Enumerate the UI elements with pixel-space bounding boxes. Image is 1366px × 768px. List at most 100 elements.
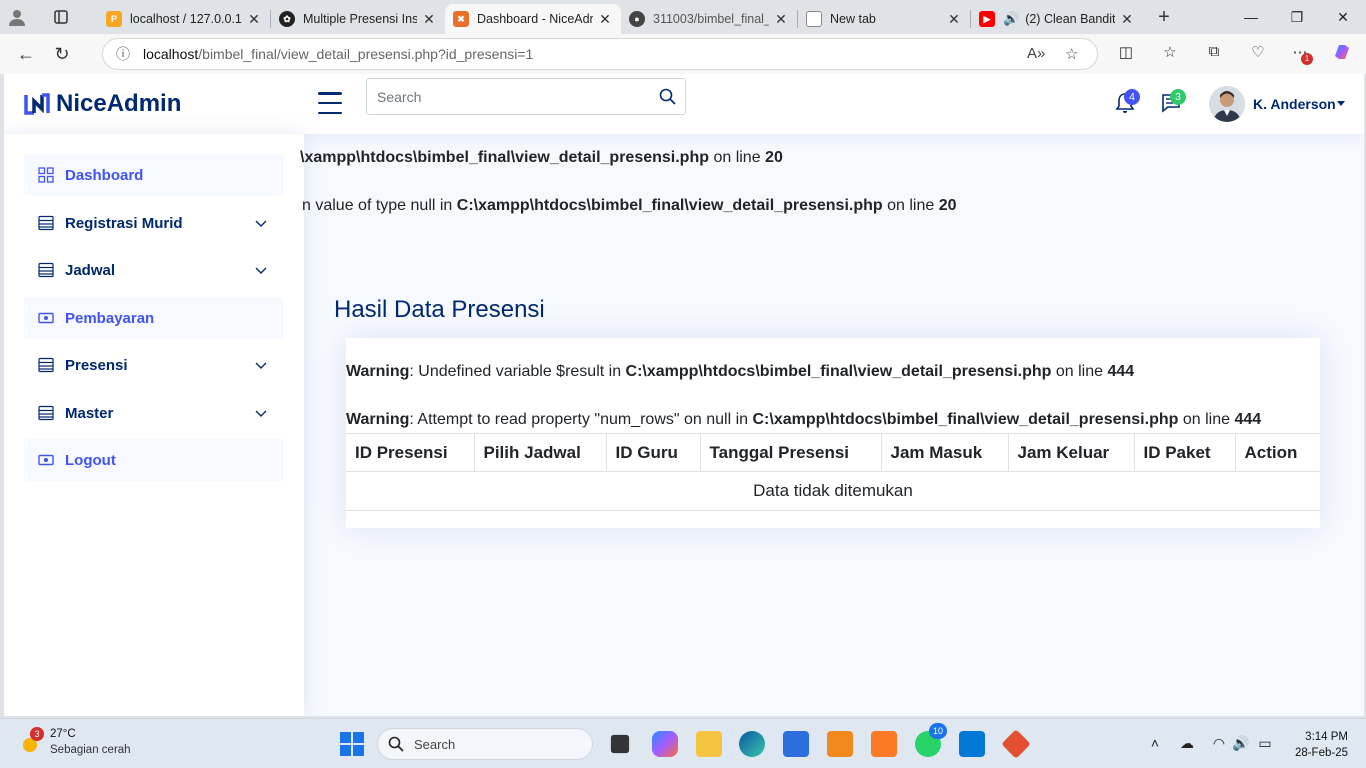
site-info-icon[interactable]: ⓘ bbox=[103, 44, 143, 64]
address-bar[interactable]: ⓘ localhost/bimbel_final/view_detail_pre… bbox=[102, 38, 1098, 70]
toggle-sidebar-button[interactable] bbox=[318, 92, 342, 114]
sidebar-item-registrasi-murid[interactable]: Registrasi Murid bbox=[24, 202, 284, 244]
extension-badge: 1 bbox=[1301, 53, 1313, 65]
taskbar-search[interactable]: Search bbox=[377, 728, 593, 760]
browser-tab-youtube[interactable]: ▶ 🔊 (2) Clean Bandit ✕ bbox=[971, 4, 1143, 34]
logo[interactable]: NiceAdmin bbox=[24, 90, 181, 118]
notification-count-badge: 4 bbox=[1124, 89, 1140, 105]
sidebar-item-label: Dashboard bbox=[65, 166, 144, 184]
sidebar-item-dashboard[interactable]: Dashboard bbox=[24, 154, 284, 196]
microsoft-store-icon[interactable] bbox=[783, 731, 809, 757]
url-host: localhost bbox=[143, 46, 199, 62]
collections-icon[interactable]: ⧉ bbox=[1202, 43, 1226, 65]
avatar[interactable] bbox=[1209, 86, 1245, 122]
new-tab-button[interactable]: + bbox=[1147, 0, 1181, 34]
sidebar-item-pembayaran[interactable]: Pembayaran bbox=[24, 297, 284, 339]
browser-tab-new-tab[interactable]: New tab ✕ bbox=[798, 4, 970, 34]
column-header: Jam Masuk bbox=[881, 433, 1009, 472]
sidebar-item-label: Logout bbox=[65, 451, 116, 469]
message-count-badge: 3 bbox=[1170, 89, 1186, 105]
sidebar-item-logout[interactable]: Logout bbox=[24, 439, 284, 481]
menu-icon bbox=[38, 357, 54, 373]
menu-icon bbox=[38, 405, 54, 421]
battery-icon[interactable]: ▭ bbox=[1256, 735, 1274, 753]
app-orange-icon[interactable] bbox=[827, 731, 853, 757]
empty-table-message: Data tidak ditemukan bbox=[346, 471, 1320, 511]
menu-icon bbox=[38, 215, 54, 231]
php-warning-undefined-result: Warning: Undefined variable $result in C… bbox=[346, 363, 1135, 380]
back-button[interactable]: ← bbox=[8, 36, 44, 72]
web-page: NiceAdmin Search 4 3 K. Anderson Dashboa… bbox=[4, 74, 1364, 716]
browser-tab-multiple-presensi[interactable]: ✿ Multiple Presensi Inse ✕ bbox=[271, 4, 445, 34]
speaker-icon[interactable]: 🔊 bbox=[1003, 11, 1019, 27]
sidebar-item-master[interactable]: Master bbox=[24, 392, 284, 434]
sidebar-item-label: Presensi bbox=[65, 356, 128, 374]
copilot-icon[interactable] bbox=[1330, 42, 1354, 64]
menu-icon bbox=[38, 262, 54, 278]
chevron-down-icon bbox=[255, 410, 267, 417]
vscode-icon[interactable] bbox=[959, 731, 985, 757]
close-window-button[interactable]: ✕ bbox=[1320, 0, 1366, 34]
clock-time: 3:14 PM bbox=[1305, 731, 1348, 743]
refresh-button[interactable]: ↻ bbox=[44, 36, 80, 72]
table-row: Data tidak ditemukan bbox=[346, 471, 1320, 511]
favorites-icon[interactable]: ☆ bbox=[1158, 43, 1182, 65]
grid-icon bbox=[38, 167, 54, 183]
close-icon[interactable]: ✕ bbox=[421, 11, 437, 28]
close-icon[interactable]: ✕ bbox=[946, 11, 962, 28]
whatsapp-icon[interactable]: 10 bbox=[915, 723, 947, 757]
new-tab-icon bbox=[806, 11, 822, 27]
php-warning-num-rows: Warning: Attempt to read property "num_r… bbox=[346, 411, 1262, 428]
logo-text: NiceAdmin bbox=[56, 90, 182, 117]
cash-icon bbox=[38, 454, 54, 466]
file-explorer-icon[interactable] bbox=[696, 731, 722, 757]
search-input[interactable]: Search bbox=[367, 89, 649, 105]
close-icon[interactable]: ✕ bbox=[246, 11, 262, 28]
chevron-down-icon[interactable] bbox=[1337, 101, 1345, 106]
git-icon[interactable] bbox=[1001, 729, 1031, 759]
messages-chat-icon[interactable]: 3 bbox=[1160, 89, 1186, 116]
php-warning-top-2: n value of type null in C:\xampp\htdocs\… bbox=[302, 197, 957, 214]
xampp-icon[interactable] bbox=[871, 731, 897, 757]
chatgpt-icon: ✿ bbox=[279, 11, 295, 27]
close-icon[interactable]: ✕ bbox=[1119, 11, 1135, 28]
close-icon[interactable]: ✕ bbox=[597, 11, 613, 28]
browser-tab-phpmyadmin[interactable]: P localhost / 127.0.0.1 / ✕ bbox=[98, 4, 270, 34]
windows-start-icon[interactable] bbox=[339, 731, 365, 757]
copilot-icon[interactable] bbox=[652, 731, 678, 757]
browser-tab-strip: P localhost / 127.0.0.1 / ✕ ✿ Multiple P… bbox=[0, 0, 1366, 34]
volume-icon[interactable]: 🔊 bbox=[1232, 735, 1250, 753]
browser-tab-dashboard[interactable]: ✖ Dashboard - NiceAdm ✕ bbox=[445, 4, 621, 34]
notifications-bell-icon[interactable]: 4 bbox=[1114, 89, 1140, 116]
page-title: Hasil Data Presensi bbox=[334, 296, 545, 323]
profile-name[interactable]: K. Anderson bbox=[1253, 96, 1336, 112]
sidebar-item-presensi[interactable]: Presensi bbox=[24, 344, 284, 386]
sidebar-item-label: Registrasi Murid bbox=[65, 214, 183, 232]
edge-browser-icon[interactable] bbox=[739, 731, 765, 757]
tab-actions-icon[interactable] bbox=[44, 0, 78, 34]
chevron-up-icon[interactable]: ˄ bbox=[1146, 735, 1164, 753]
split-screen-icon[interactable]: ◫ bbox=[1114, 43, 1138, 65]
profile-icon[interactable] bbox=[0, 0, 34, 34]
more-menu-icon[interactable]: ⋯ 1 bbox=[1288, 43, 1313, 65]
network-off-icon[interactable]: ☁ bbox=[1178, 735, 1196, 753]
sidebar-item-label: Master bbox=[65, 404, 114, 422]
wifi-icon[interactable]: ◠ bbox=[1210, 735, 1228, 753]
favorite-star-icon[interactable]: ☆ bbox=[1065, 45, 1078, 63]
windows-taskbar: 3 27°C Sebagian cerah Search 10 ˄ ☁ ◠ 🔊 … bbox=[0, 718, 1366, 768]
close-icon[interactable]: ✕ bbox=[773, 11, 789, 28]
chevron-down-icon bbox=[255, 267, 267, 274]
sidebar-item-jadwal[interactable]: Jadwal bbox=[24, 249, 284, 291]
performance-icon[interactable]: ♡ bbox=[1246, 43, 1270, 65]
minimize-button[interactable]: — bbox=[1228, 0, 1274, 34]
search-icon[interactable] bbox=[649, 79, 685, 115]
read-aloud-icon[interactable]: A» bbox=[1027, 45, 1045, 62]
restore-button[interactable]: ❐ bbox=[1274, 0, 1320, 34]
task-view-icon[interactable] bbox=[610, 734, 630, 754]
taskbar-search-label: Search bbox=[414, 736, 456, 752]
table-header-row: ID Presensi Pilih Jadwal ID Guru Tanggal… bbox=[346, 433, 1320, 472]
browser-tab-github[interactable]: ● 311003/bimbel_final_ ✕ bbox=[621, 4, 797, 34]
site-header: NiceAdmin Search 4 3 K. Anderson bbox=[4, 74, 1364, 134]
weather-desc: Sebagian cerah bbox=[50, 744, 131, 756]
system-clock[interactable]: 3:14 PM 28-Feb-25 bbox=[1295, 729, 1348, 761]
